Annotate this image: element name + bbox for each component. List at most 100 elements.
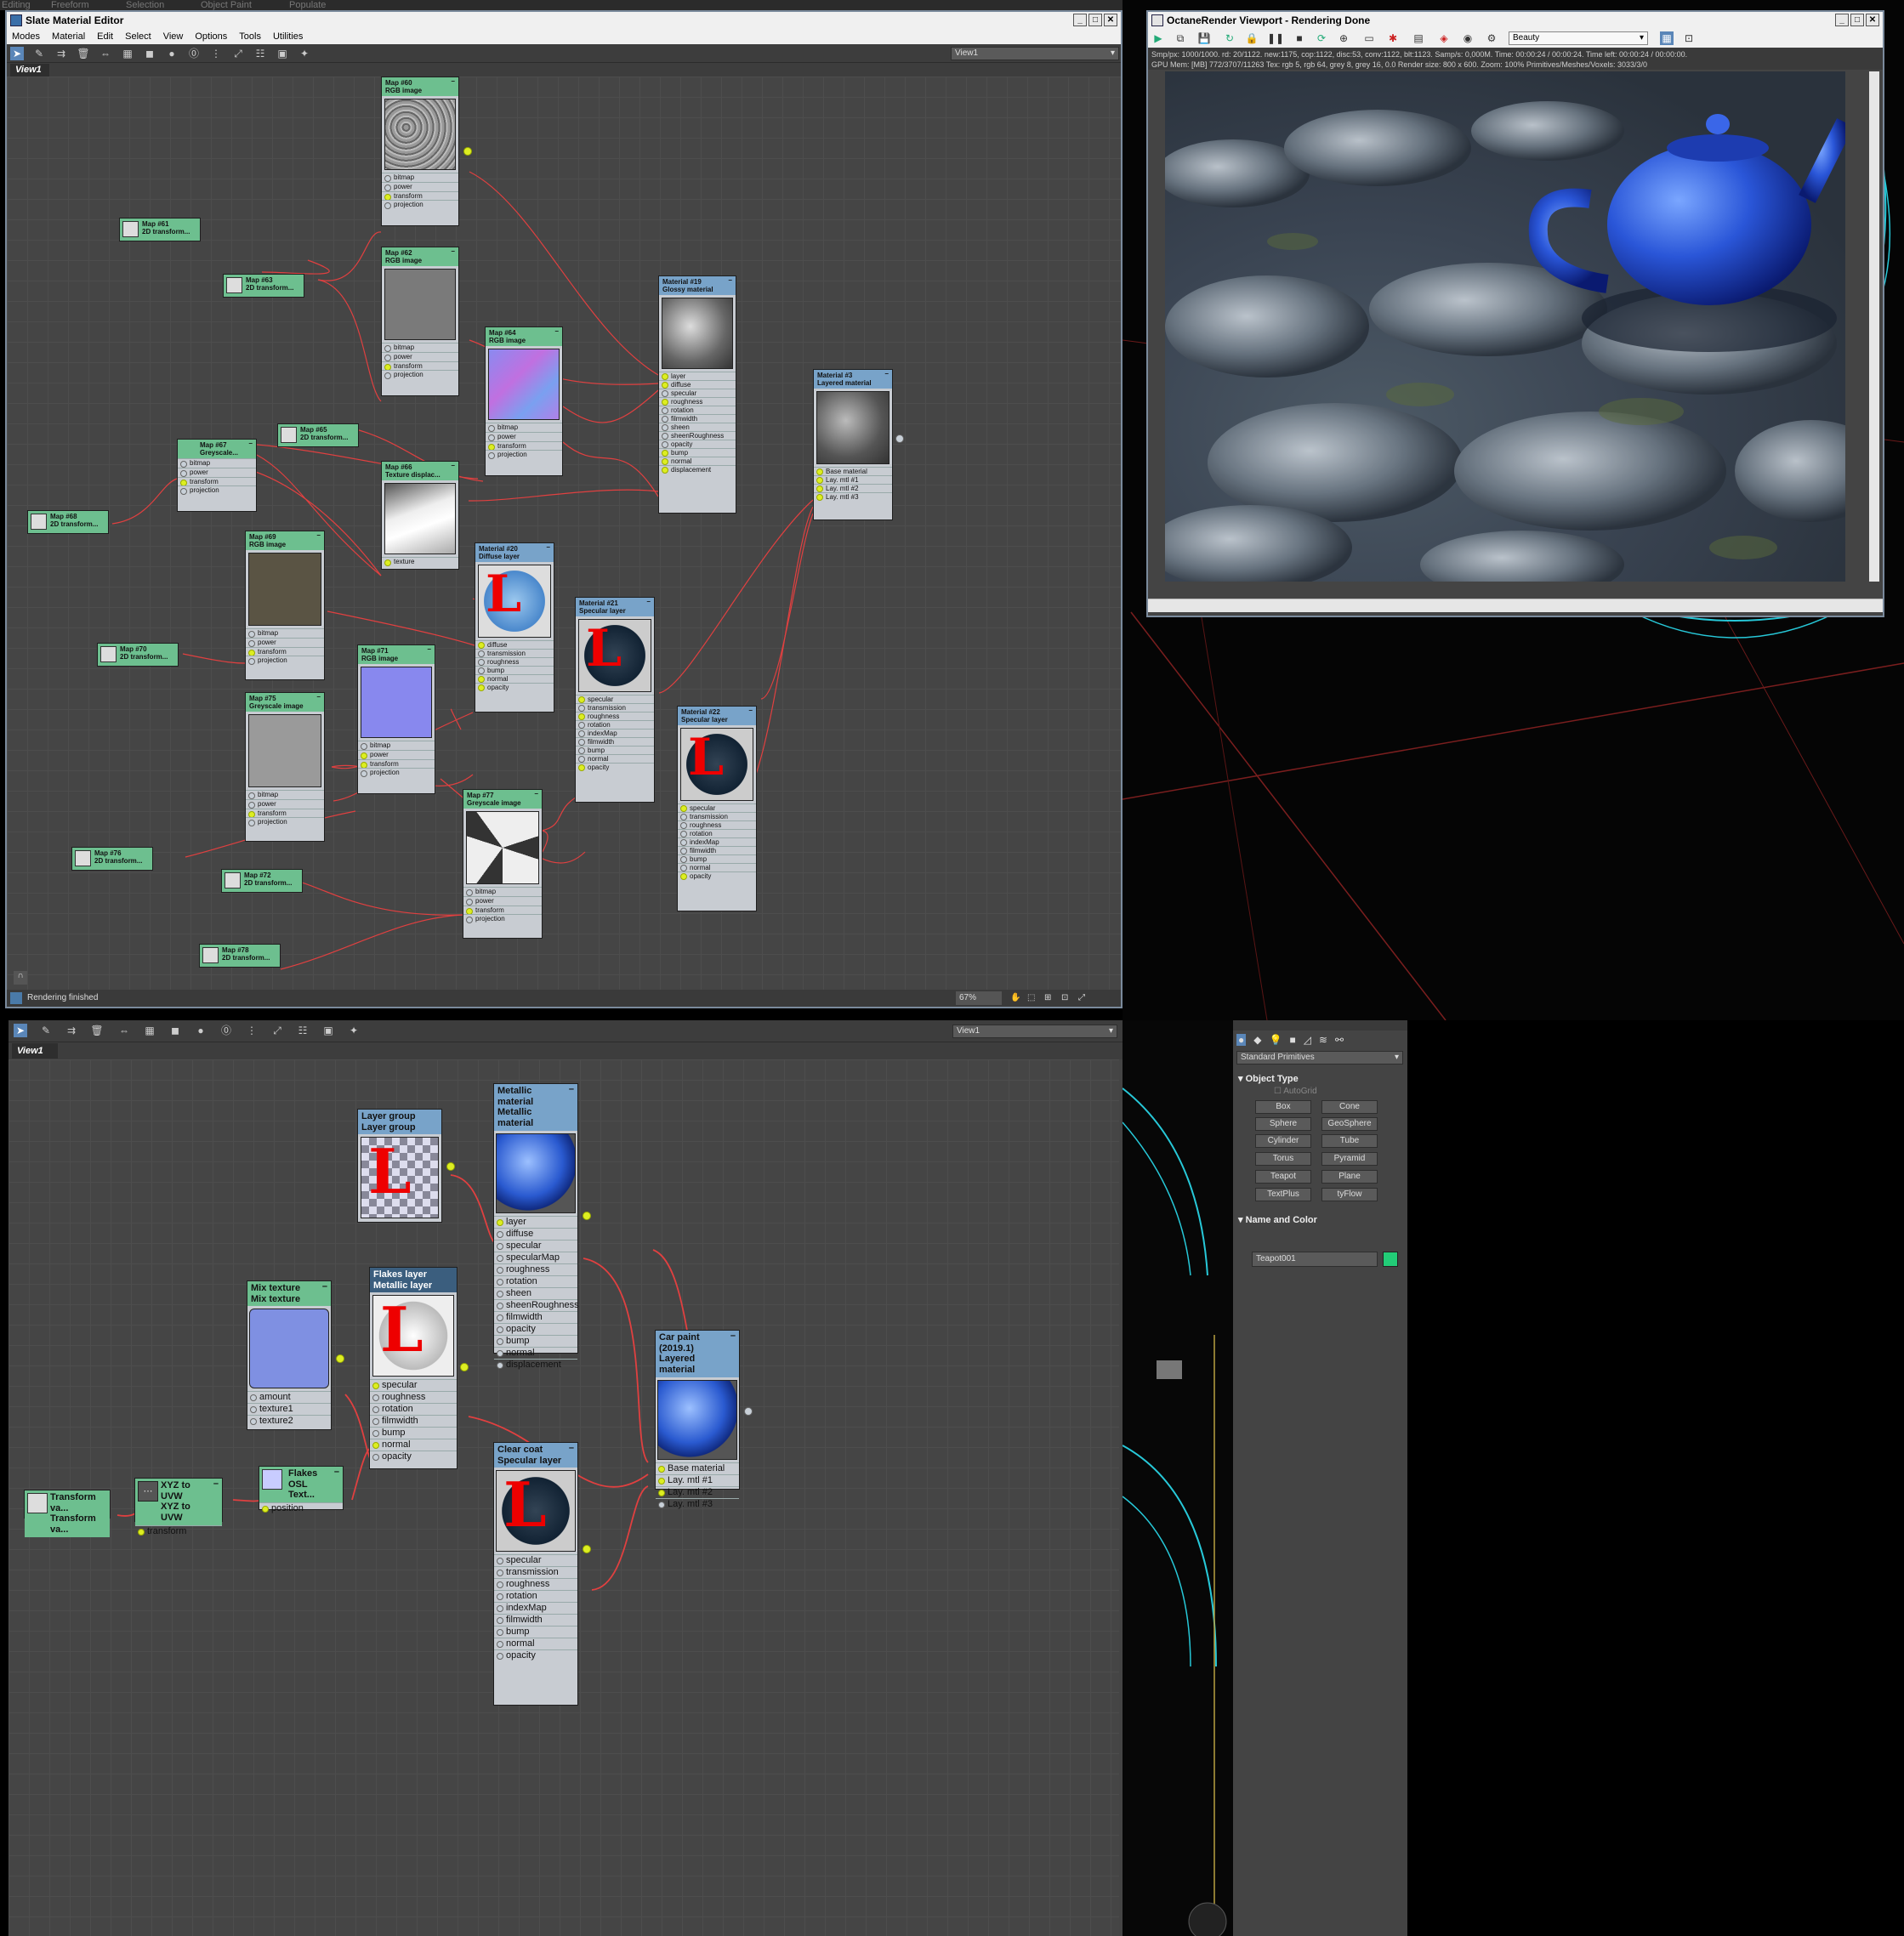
slot-port[interactable] [816, 477, 823, 485]
pyramid-button[interactable]: Pyramid [1321, 1152, 1378, 1166]
output-port[interactable] [463, 147, 472, 156]
zoom-field[interactable]: 67% [956, 991, 1002, 1005]
slot-texture[interactable]: texture [382, 557, 458, 567]
input-slot[interactable]: opacity [678, 871, 756, 881]
save-icon[interactable]: 💾 [1197, 31, 1211, 45]
ribbon-tab[interactable]: Object Paint [201, 0, 252, 10]
input-slot[interactable]: rotation [494, 1590, 577, 1602]
tab-view1[interactable]: View1 [12, 1043, 58, 1059]
helpers-icon[interactable]: ◿ [1304, 1034, 1311, 1046]
slot-port[interactable] [578, 696, 585, 704]
node-map-69[interactable]: Map #69 RGB image – bitmap power transform… [245, 531, 325, 680]
slot-port[interactable] [680, 856, 687, 864]
menu-edit[interactable]: Edit [97, 31, 113, 42]
slot-port[interactable] [478, 667, 485, 675]
slot-port[interactable] [478, 650, 485, 658]
input-slot[interactable]: rotation [678, 829, 756, 838]
input-slot[interactable]: normal [576, 754, 654, 764]
layout-icon[interactable]: ▦ [1660, 31, 1674, 45]
collapse-icon[interactable]: – [428, 645, 431, 653]
node-map-64[interactable]: Map #64 RGB image – bitmap power transform… [485, 326, 563, 476]
restart-icon[interactable]: ↻ [1223, 31, 1236, 45]
slot-projection[interactable]: projection [486, 450, 562, 460]
node-car-paint[interactable]: Car paint (2019.1) Layered material – Base… [655, 1330, 753, 1509]
slot-port[interactable] [497, 1254, 503, 1262]
input-slot[interactable]: opacity [494, 1649, 577, 1661]
slot-port[interactable] [497, 1314, 503, 1321]
collapse-icon[interactable]: – [647, 598, 651, 605]
input-slot[interactable]: indexMap [494, 1602, 577, 1614]
collapse-icon[interactable]: – [535, 790, 538, 798]
ribbon-tab[interactable]: Populate [289, 0, 326, 10]
node-mix-texture[interactable]: Mix texture Mix texture – amount texture1 te… [247, 1280, 344, 1430]
node-clear-coat[interactable]: Clear coat Specular layer – L specular tran… [493, 1442, 591, 1706]
slot-port[interactable] [497, 1629, 503, 1637]
lights-icon[interactable]: 💡 [1269, 1034, 1282, 1046]
input-slot[interactable]: diffuse [494, 1227, 577, 1240]
input-slot[interactable]: opacity [494, 1322, 577, 1335]
slot-bitmap[interactable]: bitmap [246, 790, 324, 800]
input-slot[interactable]: indexMap [678, 837, 756, 847]
slot-port[interactable] [478, 642, 485, 650]
collapse-icon[interactable]: – [334, 1467, 339, 1478]
pan-icon[interactable]: ✋ [1010, 990, 1020, 1007]
picker-icon[interactable]: ◈ [1437, 31, 1451, 45]
shapes-icon[interactable]: ◆ [1253, 1034, 1261, 1046]
maximize-button[interactable]: □ [1850, 14, 1864, 26]
input-slot[interactable]: roughness [576, 712, 654, 721]
slot-power[interactable]: power [463, 895, 542, 906]
node-map-61[interactable]: Map #61 2D transform... [119, 218, 201, 241]
slot-port[interactable] [497, 1581, 503, 1589]
input-slot[interactable]: bump [576, 746, 654, 755]
input-slot[interactable]: rotation [576, 720, 654, 730]
node-material-3[interactable]: Material #3 Layered material – Base materi… [813, 369, 904, 520]
input-slot[interactable]: roughness [370, 1391, 457, 1403]
move-children-icon[interactable]: ⇔ [117, 1024, 131, 1037]
input-slot[interactable]: specular [494, 1239, 577, 1252]
slot-port[interactable] [658, 1501, 665, 1508]
input-slot[interactable]: normal [659, 457, 736, 466]
node-map-76[interactable]: Map #76 2D transform... [71, 847, 153, 871]
node-map-60[interactable]: Map #60 RGB image – bitmap power transform… [381, 77, 472, 226]
layout-all-icon[interactable]: ⋮ [245, 1024, 259, 1037]
close-button[interactable]: ✕ [1104, 14, 1117, 26]
input-slot[interactable]: amount [247, 1391, 331, 1403]
spacewarps-icon[interactable]: ≋ [1319, 1034, 1327, 1046]
show-map-icon[interactable]: ◼ [168, 1024, 182, 1037]
slot-projection[interactable]: projection [382, 200, 458, 210]
node-transform-value[interactable]: Transform va... Transform va... [24, 1490, 111, 1537]
slot-port[interactable] [497, 1349, 503, 1357]
ribbon-tab[interactable]: Selection [126, 0, 164, 10]
slot-port[interactable] [497, 1242, 503, 1250]
region-icon[interactable]: ▭ [1362, 31, 1376, 45]
input-slot[interactable]: transmission [678, 812, 756, 821]
node-map-65[interactable]: Map #65 2D transform... [277, 423, 359, 447]
input-slot[interactable]: roughness [494, 1578, 577, 1590]
input-slot[interactable]: texture2 [247, 1415, 331, 1427]
input-slot[interactable]: Lay. mtl #2 [814, 484, 892, 493]
node-map-68[interactable]: Map #68 2D transform... [27, 510, 109, 534]
input-slot[interactable]: Base material [814, 467, 892, 476]
pass-selector[interactable]: Beauty ▾ [1509, 31, 1648, 45]
slot-power[interactable]: power [358, 749, 435, 759]
node-map-63[interactable]: Map #63 2D transform... [223, 274, 304, 298]
input-slot[interactable]: specularMap [494, 1251, 577, 1263]
slot-port[interactable] [497, 1558, 503, 1565]
input-slot[interactable]: filmwidth [370, 1415, 457, 1427]
input-slot[interactable]: Base material [656, 1462, 739, 1474]
select-tool-icon[interactable]: ➤ [14, 1024, 27, 1037]
layout-children-icon[interactable]: ⤢ [270, 1024, 284, 1037]
slot-transform[interactable]: transform [178, 476, 256, 486]
box-button[interactable]: Box [1255, 1100, 1311, 1114]
slot-transform[interactable]: transform [486, 440, 562, 451]
object-color-swatch[interactable] [1383, 1252, 1398, 1267]
minimize-button[interactable]: _ [1835, 14, 1849, 26]
start-render-icon[interactable]: ▶ [1151, 31, 1165, 45]
viewport-left-strip[interactable] [1123, 1020, 1233, 1936]
node-flakes-layer[interactable]: Flakes layer Metallic layer L specular rou… [369, 1267, 469, 1469]
slot-port[interactable] [497, 1605, 503, 1613]
slot-port[interactable] [262, 1505, 269, 1513]
collapse-icon[interactable]: – [452, 247, 455, 255]
input-slot[interactable]: opacity [576, 763, 654, 772]
slot-port[interactable] [816, 485, 823, 493]
